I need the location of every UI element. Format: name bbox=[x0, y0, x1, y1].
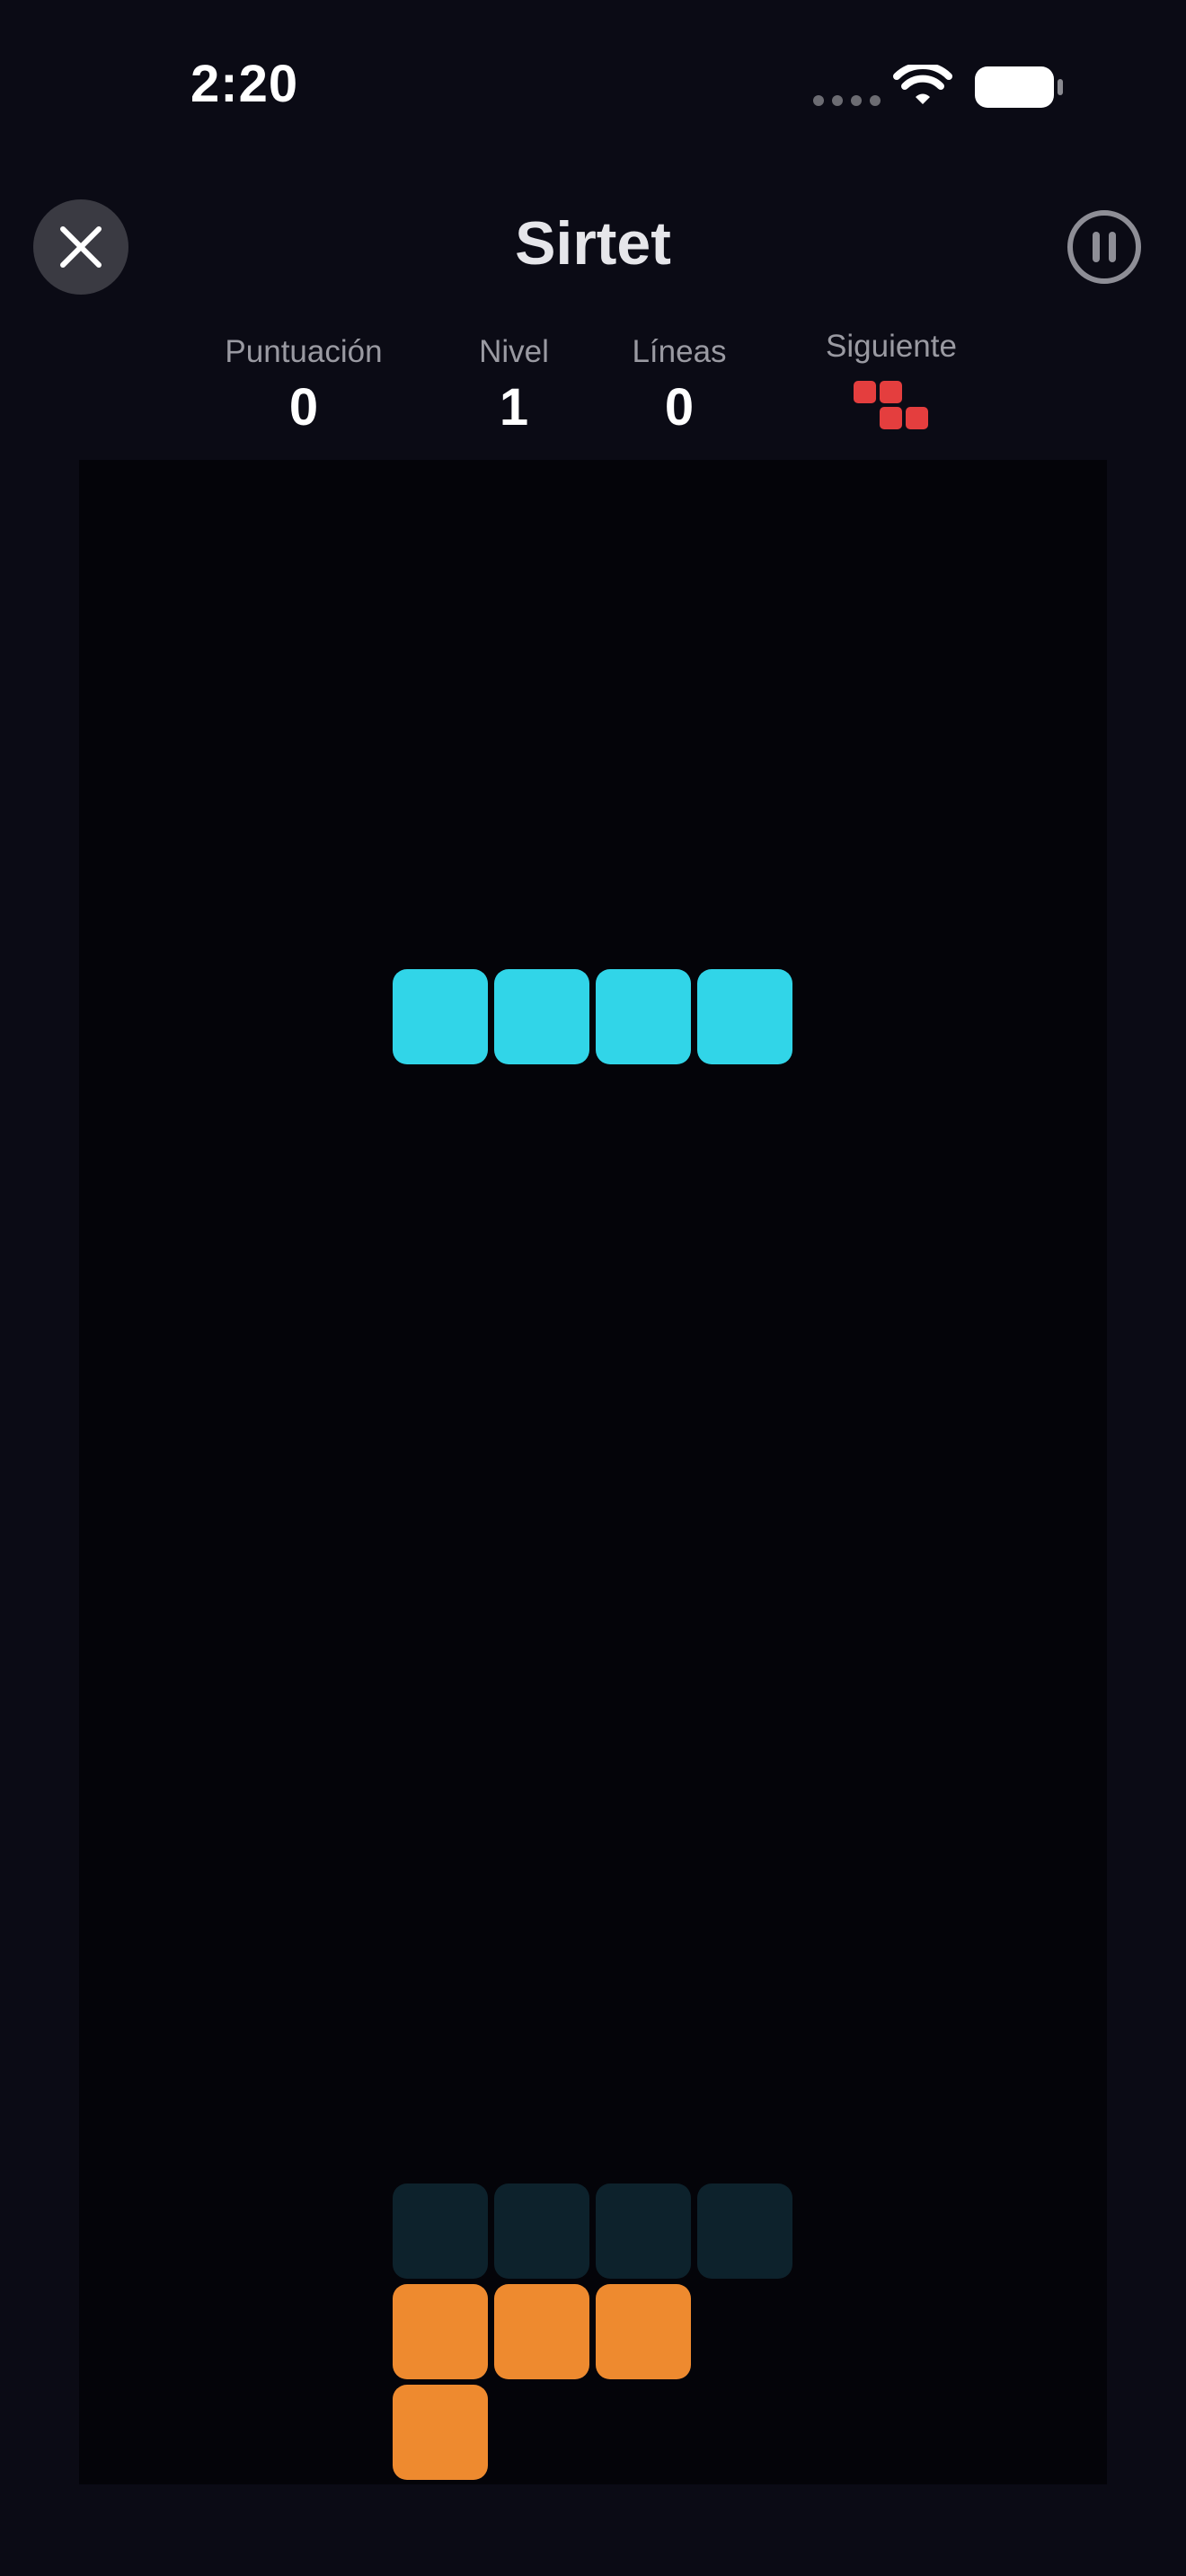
pause-icon bbox=[1067, 210, 1141, 284]
pause-button[interactable] bbox=[1066, 208, 1143, 286]
active-piece-cell bbox=[596, 969, 691, 1064]
lines-label: Líneas bbox=[632, 334, 727, 369]
level-value: 1 bbox=[499, 378, 529, 437]
wifi-icon bbox=[893, 62, 952, 114]
score-label: Puntuación bbox=[225, 334, 383, 369]
next-stat: Siguiente bbox=[801, 329, 981, 431]
ghost-piece-cell bbox=[494, 2183, 589, 2279]
game-board[interactable] bbox=[79, 460, 1107, 2484]
locked-block bbox=[596, 2284, 691, 2379]
ghost-piece-cell bbox=[596, 2183, 691, 2279]
next-piece-cell bbox=[880, 407, 902, 429]
next-label: Siguiente bbox=[826, 329, 957, 364]
game-title: Sirtet bbox=[515, 209, 671, 278]
score-stat: Puntuación 0 bbox=[214, 334, 394, 437]
active-piece-cell bbox=[494, 969, 589, 1064]
next-piece-cell bbox=[906, 407, 928, 429]
ghost-piece-cell bbox=[697, 2183, 792, 2279]
lines-value: 0 bbox=[664, 378, 695, 437]
game-screen: 2:20 Sirtet Puntuación 0 Nivel 1 Líneas … bbox=[0, 0, 1186, 2576]
active-piece-cell bbox=[697, 969, 792, 1064]
status-time: 2:20 bbox=[190, 55, 299, 113]
locked-block bbox=[393, 2385, 488, 2480]
locked-block bbox=[494, 2284, 589, 2379]
lines-stat: Líneas 0 bbox=[616, 334, 742, 437]
battery-icon bbox=[975, 66, 1065, 114]
next-piece-preview bbox=[854, 381, 929, 431]
locked-block bbox=[393, 2284, 488, 2379]
level-stat: Nivel 1 bbox=[460, 334, 568, 437]
next-piece-cell bbox=[880, 381, 902, 403]
ghost-piece-cell bbox=[393, 2183, 488, 2279]
signal-dots-icon bbox=[813, 95, 881, 106]
active-piece-cell bbox=[393, 969, 488, 1064]
level-label: Nivel bbox=[479, 334, 549, 369]
score-value: 0 bbox=[288, 378, 319, 437]
next-piece-cell bbox=[854, 381, 876, 403]
